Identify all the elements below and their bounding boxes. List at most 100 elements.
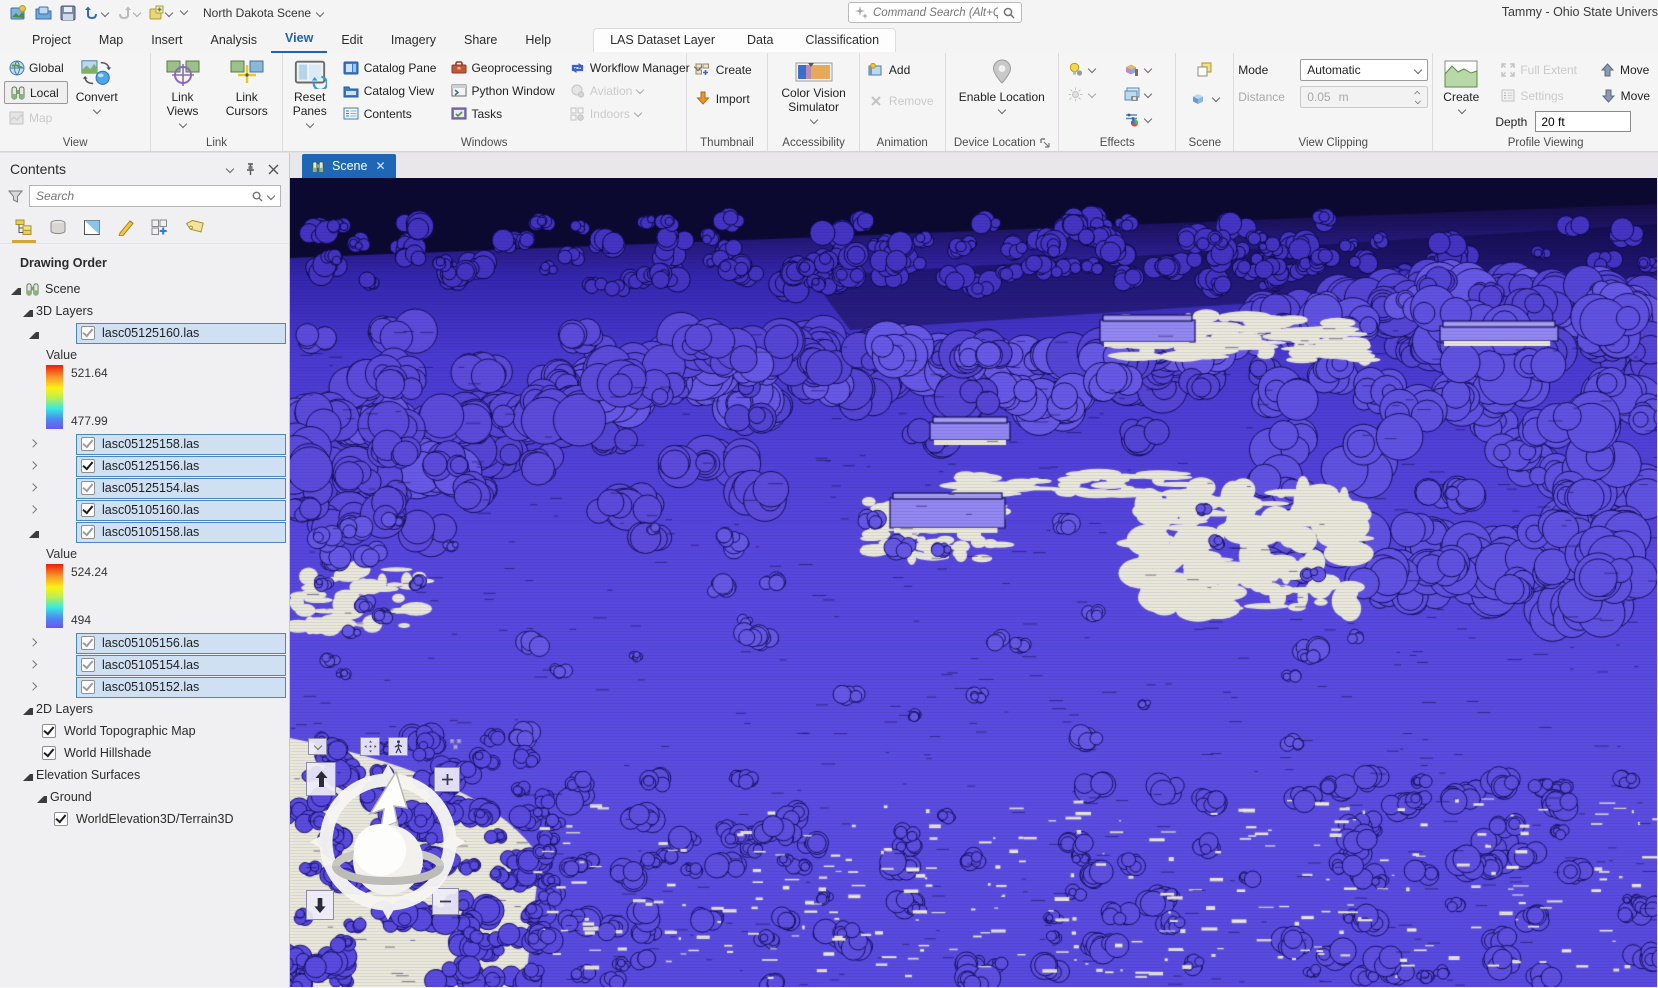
- indoors-button[interactable]: Indoors: [565, 102, 705, 125]
- tasks-button[interactable]: Tasks: [446, 102, 558, 125]
- layer-row[interactable]: lasc05105152.las: [0, 676, 289, 698]
- scene-viewport[interactable]: [290, 178, 1657, 987]
- layer-checkbox[interactable]: [81, 481, 95, 495]
- depth-input[interactable]: [1535, 111, 1631, 132]
- expander-icon[interactable]: [22, 306, 32, 316]
- list-by-selection-button[interactable]: [82, 217, 102, 237]
- layer-checkbox[interactable]: [42, 724, 56, 738]
- layer-row-hillshade[interactable]: World Hillshade: [0, 742, 289, 764]
- python-window-button[interactable]: Python Window: [446, 79, 558, 102]
- chevron-down-icon[interactable]: [267, 193, 274, 200]
- dialog-launcher-icon[interactable]: [1040, 138, 1050, 148]
- tree-node-3d-layers[interactable]: 3D Layers: [0, 300, 289, 322]
- expander-icon[interactable]: [36, 792, 46, 802]
- contents-search[interactable]: [29, 185, 281, 207]
- pan-mode-button[interactable]: [360, 737, 380, 756]
- new-project-button[interactable]: [8, 4, 29, 22]
- catalog-view-button[interactable]: Catalog View: [339, 79, 441, 102]
- layer-row[interactable]: lasc05125154.las: [0, 477, 289, 499]
- layer-checkbox[interactable]: [81, 680, 95, 694]
- catalog-pane-button[interactable]: Catalog Pane: [339, 56, 441, 79]
- tab-map[interactable]: Map: [85, 29, 137, 53]
- list-by-labeling-button[interactable]: [184, 217, 204, 237]
- tab-imagery[interactable]: Imagery: [377, 29, 450, 53]
- enable-location-button[interactable]: Enable Location: [953, 56, 1051, 117]
- spinner-down-icon[interactable]: [1415, 99, 1420, 104]
- layer-row[interactable]: lasc05105158.las: [0, 521, 289, 543]
- layer-checkbox[interactable]: [81, 503, 95, 517]
- tree-node-2d-layers[interactable]: 2D Layers: [0, 698, 289, 720]
- clipping-mode-combo[interactable]: Automatic: [1300, 59, 1428, 81]
- tree-node-scene[interactable]: Scene: [0, 278, 289, 300]
- layer-checkbox[interactable]: [81, 525, 95, 539]
- shadows-button[interactable]: [1063, 83, 1115, 106]
- navigation-compass[interactable]: [310, 762, 466, 922]
- tab-edit[interactable]: Edit: [327, 29, 377, 53]
- layer-row[interactable]: lasc05125160.las: [0, 322, 289, 344]
- close-icon[interactable]: [268, 164, 279, 175]
- expander-icon[interactable]: [28, 682, 38, 692]
- color-vision-simulator-button[interactable]: Color Vision Simulator: [772, 56, 855, 127]
- layer-row[interactable]: lasc05125156.las: [0, 455, 289, 477]
- workflow-manager-button[interactable]: Workflow Manager: [565, 56, 705, 79]
- navigator-collapse-button[interactable]: [308, 738, 327, 755]
- layer-checkbox[interactable]: [81, 459, 95, 473]
- open-project-button[interactable]: [33, 4, 54, 22]
- convert-button[interactable]: Convert: [70, 56, 124, 117]
- list-by-snapping-button[interactable]: [150, 217, 170, 237]
- tab-project[interactable]: Project: [18, 29, 85, 53]
- tab-insert[interactable]: Insert: [137, 29, 196, 53]
- map-button[interactable]: Map: [4, 106, 68, 129]
- scene-overlap-button[interactable]: [1192, 58, 1217, 81]
- profile-create-button[interactable]: Create: [1437, 56, 1485, 117]
- link-cursors-button[interactable]: Link Cursors: [216, 56, 278, 122]
- customize-qat-button[interactable]: [178, 9, 189, 18]
- layer-checkbox[interactable]: [81, 437, 95, 451]
- effects-settings-button[interactable]: [1119, 108, 1171, 131]
- contents-search-input[interactable]: [36, 189, 248, 203]
- local-button[interactable]: Local: [4, 81, 68, 104]
- capture-button[interactable]: [1119, 83, 1171, 106]
- chevron-down-icon[interactable]: [316, 10, 323, 17]
- expander-icon[interactable]: [22, 770, 32, 780]
- full-extent-button[interactable]: Full Extent: [1495, 58, 1581, 81]
- expander-icon[interactable]: [28, 328, 38, 338]
- tab-share[interactable]: Share: [450, 29, 511, 53]
- add-data-button[interactable]: [146, 4, 174, 22]
- layer-checkbox[interactable]: [42, 746, 56, 760]
- reset-panes-button[interactable]: Reset Panes: [287, 56, 333, 131]
- link-views-button[interactable]: Link Views: [155, 56, 209, 131]
- close-tab-icon[interactable]: ✕: [375, 159, 385, 173]
- tree-node-ground[interactable]: Ground: [0, 786, 289, 808]
- animation-add-button[interactable]: Add: [864, 58, 938, 81]
- filter-icon[interactable]: [8, 190, 23, 203]
- aviation-button[interactable]: Aviation: [565, 79, 705, 102]
- tab-classification[interactable]: Classification: [789, 29, 895, 52]
- geoprocessing-button[interactable]: Geoprocessing: [446, 56, 558, 79]
- list-by-drawing-order-button[interactable]: [14, 217, 34, 237]
- move-up-button[interactable]: Move: [1595, 58, 1653, 81]
- layer-checkbox[interactable]: [81, 326, 95, 340]
- tree-node-elevation-surfaces[interactable]: Elevation Surfaces: [0, 764, 289, 786]
- layer-row[interactable]: lasc05105156.las: [0, 632, 289, 654]
- save-project-button[interactable]: [58, 4, 78, 22]
- pin-icon[interactable]: [245, 163, 256, 176]
- undo-button[interactable]: [82, 5, 110, 21]
- tab-analysis[interactable]: Analysis: [197, 29, 272, 53]
- layer-row-terrain[interactable]: WorldElevation3D/Terrain3D: [0, 808, 289, 830]
- layer-row[interactable]: lasc05105160.las: [0, 499, 289, 521]
- expander-icon[interactable]: [28, 461, 38, 471]
- redo-button[interactable]: [114, 5, 142, 21]
- scene-cube-button[interactable]: [1187, 87, 1223, 110]
- expander-icon[interactable]: [28, 483, 38, 493]
- layer-checkbox[interactable]: [81, 636, 95, 650]
- layer-row-topo[interactable]: World Topographic Map: [0, 720, 289, 742]
- tab-las-dataset-layer[interactable]: LAS Dataset Layer: [594, 29, 731, 52]
- expander-icon[interactable]: [28, 527, 38, 537]
- layer-row[interactable]: lasc05125158.las: [0, 433, 289, 455]
- account-name[interactable]: Tammy - Ohio State Univers: [1502, 5, 1658, 19]
- list-by-editing-button[interactable]: [116, 217, 136, 237]
- tab-data[interactable]: Data: [731, 29, 789, 52]
- exploratory-analysis-button[interactable]: [1119, 58, 1171, 81]
- layer-checkbox[interactable]: [81, 658, 95, 672]
